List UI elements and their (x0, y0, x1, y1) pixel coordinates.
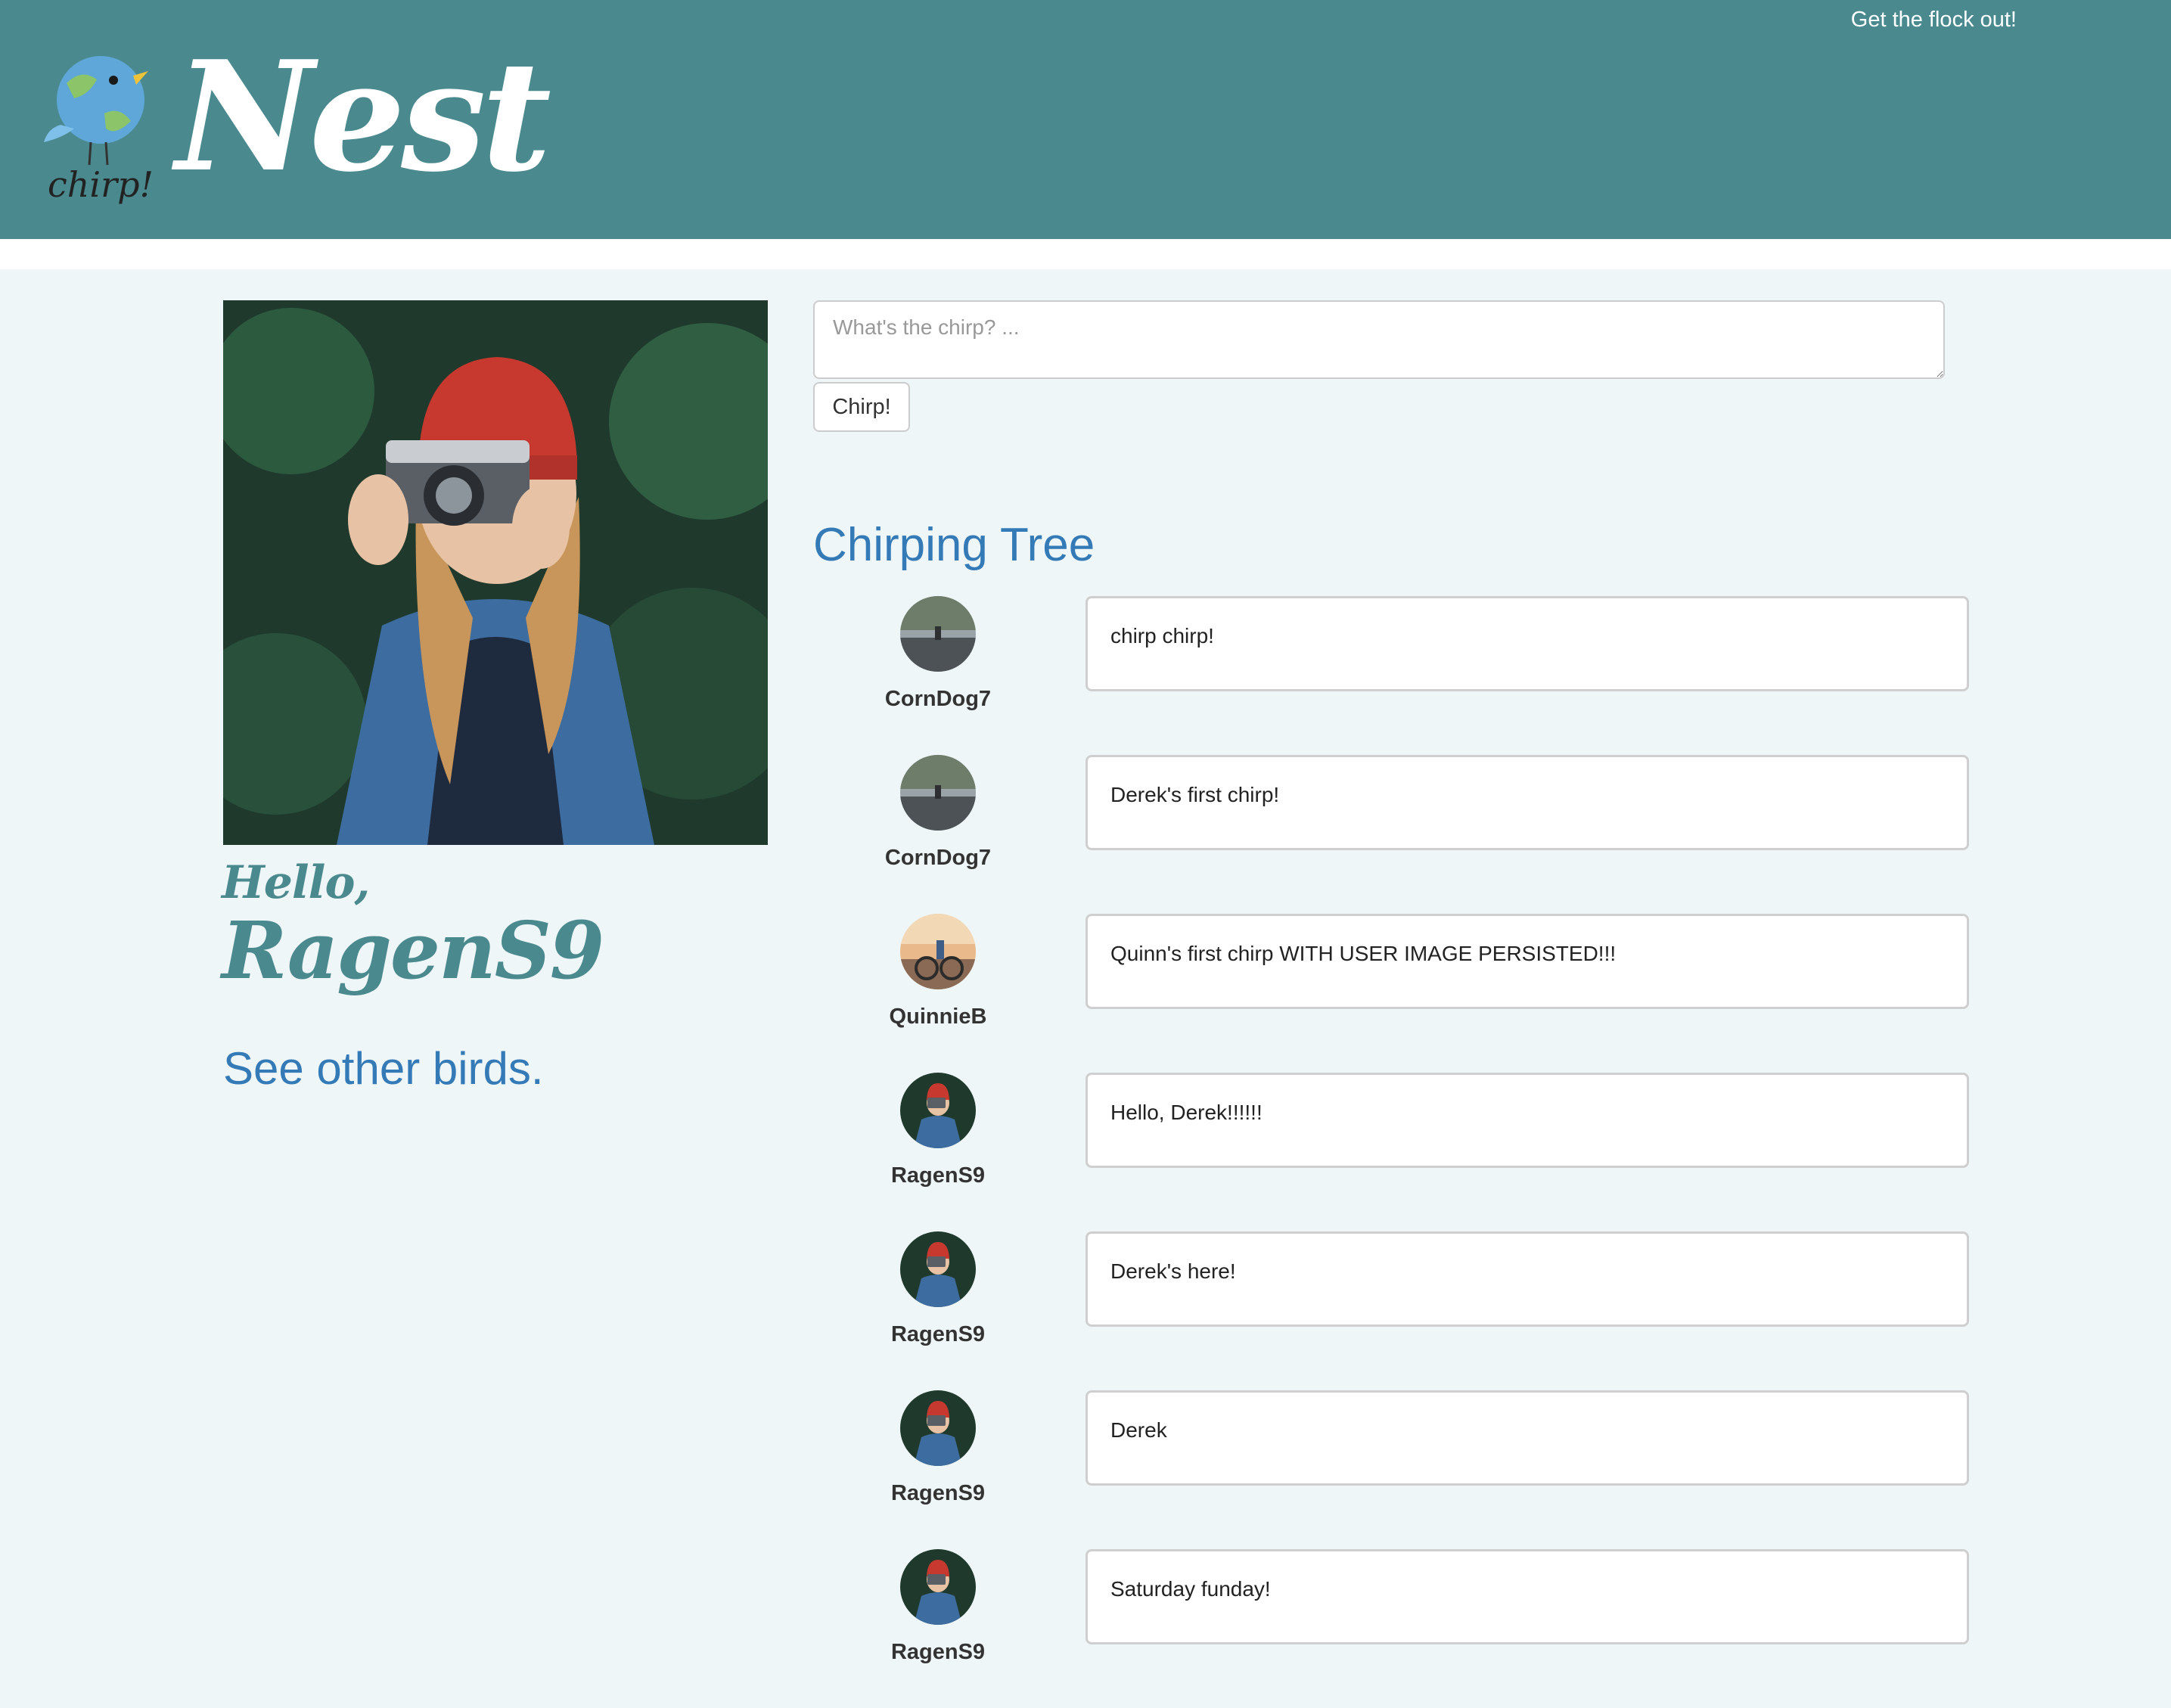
chirp-feed: CornDog7 chirp chirp! CornDog7 Derek's f… (813, 596, 1978, 1708)
chirp-message: chirp chirp! (1086, 596, 1969, 691)
chirp-item: QuinnieB Quinn's first chirp WITH USER I… (813, 914, 1978, 1073)
chirp-message: Saturday funday! (1086, 1549, 1969, 1644)
see-other-birds-link[interactable]: See other birds. (223, 1042, 544, 1095)
chirp-bird-logo[interactable]: chirp! (44, 53, 157, 216)
header-divider (0, 239, 2171, 269)
chirp-submit-button[interactable]: Chirp! (813, 382, 910, 432)
greeting: Hello, (222, 856, 370, 909)
site-header: chirp! Nest Get the flock out! (0, 0, 2171, 239)
chirp-item: RagenS9 Saturday funday! (813, 1549, 1978, 1708)
chirp-message: Quinn's first chirp WITH USER IMAGE PERS… (1086, 914, 1969, 1009)
chirp-item: CornDog7 chirp chirp! (813, 596, 1978, 755)
user-avatar[interactable] (900, 1073, 976, 1148)
feed-title: Chirping Tree (813, 519, 1095, 571)
chirp-username[interactable]: RagenS9 (843, 1481, 1033, 1506)
site-title: Nest (175, 28, 551, 206)
chirp-username[interactable]: CornDog7 (843, 846, 1033, 871)
svg-text:chirp!: chirp! (48, 164, 154, 205)
user-avatar[interactable] (900, 1549, 976, 1625)
user-avatar[interactable] (900, 755, 976, 831)
chirp-message: Derek's here! (1086, 1231, 1969, 1327)
logout-link[interactable]: Get the flock out! (1851, 8, 2017, 33)
chirp-message: Derek (1086, 1390, 1969, 1486)
chirp-input[interactable] (813, 300, 1945, 379)
profile-photo (223, 300, 768, 845)
chirp-item: RagenS9 Derek (813, 1390, 1978, 1549)
chirp-message: Hello, Derek!!!!!! (1086, 1073, 1969, 1168)
user-avatar[interactable] (900, 914, 976, 989)
chirp-item: CornDog7 Derek's first chirp! (813, 755, 1978, 914)
chirp-username[interactable]: RagenS9 (843, 1640, 1033, 1665)
profile-username: RagenS9 (222, 904, 604, 997)
user-avatar[interactable] (900, 1231, 976, 1307)
chirp-item: RagenS9 Hello, Derek!!!!!! (813, 1073, 1978, 1231)
chirp-item: RagenS9 Derek's here! (813, 1231, 1978, 1390)
chirp-message: Derek's first chirp! (1086, 755, 1969, 850)
chirp-username[interactable]: RagenS9 (843, 1322, 1033, 1347)
user-avatar[interactable] (900, 1390, 976, 1466)
user-avatar[interactable] (900, 596, 976, 672)
chirp-username[interactable]: QuinnieB (843, 1005, 1033, 1029)
chirp-username[interactable]: RagenS9 (843, 1163, 1033, 1188)
chirp-username[interactable]: CornDog7 (843, 687, 1033, 712)
